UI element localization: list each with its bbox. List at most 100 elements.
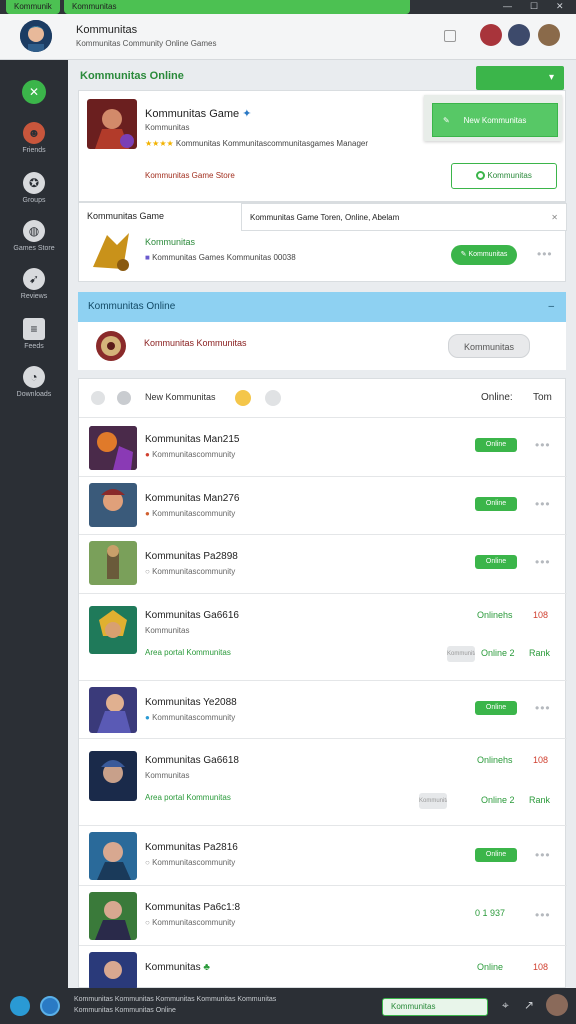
online-status: Onlinehs	[477, 610, 513, 620]
list-item[interactable]: Kommunitas Man276 ● Kommunitascommunity …	[79, 476, 567, 534]
rating-text: Kommunitas Kommunitascommunitasgames Man…	[175, 139, 368, 148]
more-options-icon[interactable]: •••	[535, 497, 551, 511]
tag-icon[interactable]	[265, 390, 281, 406]
row-sub: ● Kommunitascommunity	[145, 509, 236, 518]
close-button[interactable]: ✕	[556, 1, 564, 12]
game-thumbnail	[89, 832, 137, 880]
more-options-icon[interactable]: •••	[535, 908, 551, 922]
sidebar-item-reviews[interactable]: ➹ Reviews	[0, 268, 68, 314]
row-name: Kommunitas Pa6c1:8	[145, 902, 241, 913]
user-avatar[interactable]	[20, 20, 52, 52]
outline-button[interactable]: Kommunitas	[451, 163, 557, 189]
section-title: Kommunitas Online	[80, 70, 184, 82]
row-sub: ○ Kommunitascommunity	[145, 918, 236, 927]
row-score: Online 2	[481, 795, 515, 805]
more-options-icon[interactable]: •••	[537, 247, 553, 261]
more-options-icon[interactable]: •••	[535, 438, 551, 452]
list-item[interactable]: Kommunitas Pa6c1:8 ○ Kommunitascommunity…	[79, 885, 567, 945]
footer-bar: Kommunitas Kommunitas Kommunitas Kommuni…	[0, 988, 576, 1024]
globe-icon[interactable]	[40, 996, 60, 1016]
game-thumbnail	[89, 687, 137, 733]
online-badge[interactable]: Online	[475, 497, 517, 511]
user-avatar-small[interactable]	[546, 994, 568, 1016]
list-item[interactable]: Kommunitas Pa2816 ○ Kommunitascommunity …	[79, 825, 567, 885]
row-sub: Kommunitas	[145, 626, 190, 635]
popup-panel: ✎ New Kommunitas	[424, 95, 562, 141]
more-options-icon[interactable]: •••	[535, 555, 551, 569]
share-icon[interactable]: ↗	[524, 998, 534, 1012]
pencil-icon: ✎	[443, 116, 450, 125]
list-icon: ≡	[23, 318, 45, 340]
row-sub: ○ Kommunitascommunity	[145, 567, 236, 576]
rating-row: ★★★★ Kommunitas Kommunitascommunitasgame…	[145, 139, 368, 148]
friend-avatar-2[interactable]	[508, 24, 530, 46]
online-status: Online	[477, 962, 504, 972]
online-badge[interactable]: Online	[475, 701, 517, 715]
friend-avatar-3[interactable]	[538, 24, 560, 46]
list-item[interactable]: Kommunitas Ga6618 Kommunitas Area portal…	[79, 738, 567, 825]
circle-icon	[476, 171, 486, 181]
footer-search-input[interactable]: Kommunitas	[382, 998, 488, 1016]
filter-icon[interactable]	[117, 391, 131, 405]
row-tag[interactable]: Kommunitas	[419, 793, 447, 809]
emoji-icon[interactable]	[235, 390, 251, 406]
game-thumbnail[interactable]	[87, 227, 135, 275]
tab-kommunik[interactable]: Kommunik	[6, 0, 60, 14]
row-name: Kommunitas ♣	[145, 962, 210, 973]
game-thumbnail	[89, 892, 137, 940]
more-options-icon[interactable]: •••	[535, 701, 551, 715]
sidebar-item-groups[interactable]: ✪ Groups	[0, 172, 68, 218]
row-name: Kommunitas Man215	[145, 434, 240, 445]
row-name: Kommunitas Pa2898	[145, 551, 238, 562]
close-icon[interactable]: ✕	[551, 204, 558, 232]
friend-avatar-1[interactable]	[480, 24, 502, 46]
list-item[interactable]: Kommunitas Man215 ● Kommunitascommunity …	[79, 417, 567, 476]
sidebar-item-games-store[interactable]: ◍ Games Store	[0, 220, 68, 266]
sidebar-item-feeds[interactable]: ≡ Feeds	[0, 318, 68, 364]
chat-icon[interactable]	[10, 996, 30, 1016]
tab-kommunitas[interactable]: Kommunitas	[64, 0, 410, 14]
row-extra[interactable]: Area portal Kommunitas	[145, 648, 231, 657]
location-icon[interactable]: ⌖	[502, 998, 509, 1013]
row-count: 108	[533, 610, 549, 620]
pencil-icon: ✎	[460, 251, 467, 258]
sidebar-item-downloads[interactable]: ◔ Downloads	[0, 366, 68, 412]
second-game-name: Kommunitas	[145, 237, 196, 247]
section-dropdown-button[interactable]: ▾	[476, 66, 564, 90]
list-item[interactable]: Kommunitas ♣ Online 108	[79, 945, 567, 990]
game-thumbnail	[89, 483, 137, 527]
minimize-button[interactable]: —	[503, 1, 512, 11]
filter-label: New Kommunitas	[145, 392, 216, 402]
sidebar-item-friends[interactable]: ☻ Friends	[0, 122, 68, 168]
second-game-button[interactable]: ✎ Kommunitas	[451, 245, 517, 265]
verified-icon: ♣	[203, 962, 210, 973]
online-badge[interactable]: Online	[475, 438, 517, 452]
game-thumbnail	[89, 426, 137, 470]
list-item[interactable]: Kommunitas Ye2088 ● Kommunitascommunity …	[79, 680, 567, 738]
row-extra[interactable]: Area portal Kommunitas	[145, 793, 231, 802]
online-badge[interactable]: Online	[475, 555, 517, 569]
maximize-button[interactable]: ☐	[530, 1, 538, 12]
online-section: Kommunitas Online – Kommunitas Kommunita…	[78, 292, 566, 370]
more-options-icon[interactable]: •••	[535, 848, 551, 862]
online-badge[interactable]: Online	[475, 848, 517, 862]
list-item[interactable]: Kommunitas Pa2898 ○ Kommunitascommunity …	[79, 534, 567, 593]
row-name: Kommunitas Pa2816	[145, 842, 238, 853]
new-kommunitas-button[interactable]: ✎ New Kommunitas	[432, 103, 558, 137]
app-title: Kommunitas	[76, 24, 138, 36]
refresh-icon[interactable]	[91, 391, 105, 405]
collapse-icon[interactable]: –	[548, 292, 554, 322]
online-section-button[interactable]: Kommunitas	[448, 334, 530, 358]
document-icon[interactable]	[444, 30, 456, 42]
online-section-header: Kommunitas Online –	[78, 292, 566, 322]
list-item[interactable]: Kommunitas Ga6616 Kommunitas Area portal…	[79, 593, 567, 680]
outline-button-label: Kommunitas	[487, 171, 532, 180]
footer-text-1: Kommunitas Kommunitas Kommunitas Kommuni…	[74, 996, 277, 1003]
sidebar: ✕ ☻ Friends ✪ Groups ◍ Games Store ➹ Rev…	[0, 60, 68, 988]
sidebar-item-home[interactable]: ✕	[0, 80, 68, 126]
store-link[interactable]: Kommunitas Game Store	[145, 171, 235, 180]
group-icon: ✪	[23, 172, 45, 194]
row-tag[interactable]: Kommunitas	[447, 646, 475, 662]
game-thumbnail[interactable]	[87, 99, 137, 149]
game-subtitle: Kommunitas	[145, 123, 190, 132]
